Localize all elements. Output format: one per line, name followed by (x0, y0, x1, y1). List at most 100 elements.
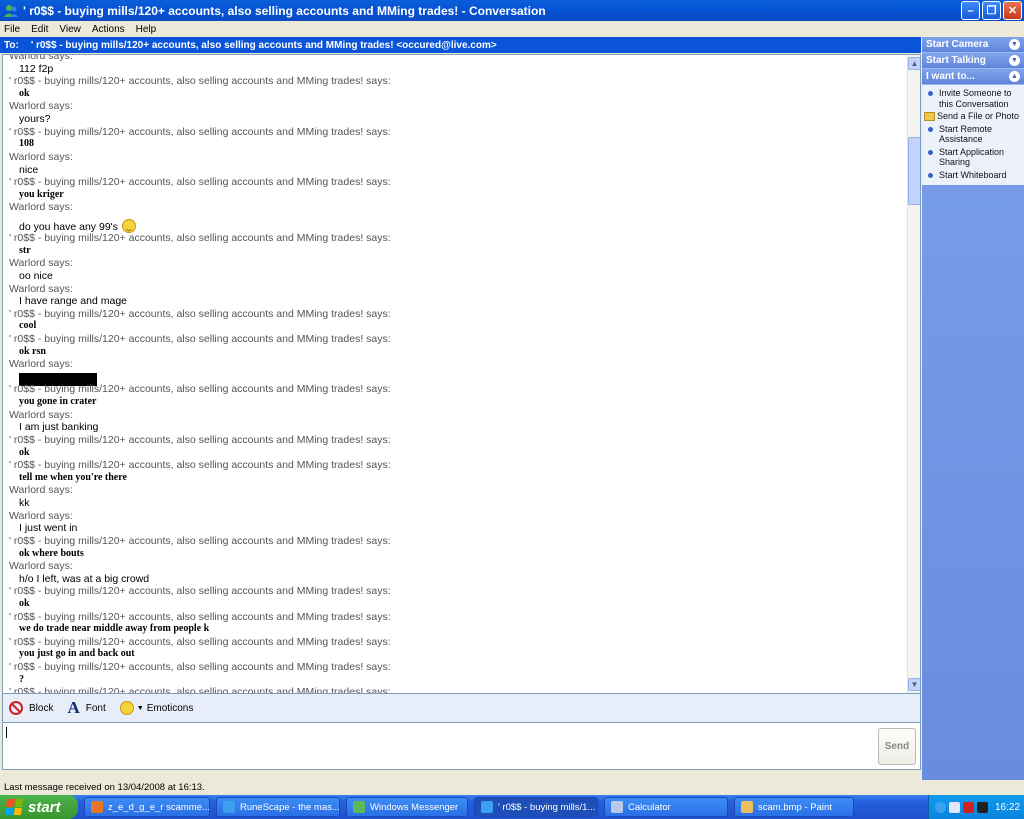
minimize-button[interactable]: – (961, 1, 980, 20)
speaker-line: Warlord says: (9, 282, 73, 295)
task-app-icon (611, 801, 623, 813)
message-body: tell me when you're there (19, 471, 127, 483)
sidebar-item-invite[interactable]: Invite Someone to this Conversation (922, 87, 1024, 110)
scroll-thumb[interactable] (908, 137, 920, 205)
taskbar-button-label: scam.bmp - Paint (758, 801, 832, 813)
speaker-line: ' r0$$ - buying mills/120+ accounts, als… (9, 125, 391, 138)
to-label: To: (4, 39, 19, 51)
sidebar-item-app-sharing[interactable]: Start Application Sharing (922, 146, 1024, 169)
menu-file[interactable]: File (4, 24, 20, 35)
block-button[interactable]: Block (9, 701, 53, 715)
message-body: you kriger (19, 188, 64, 200)
message-body: I just went in (19, 522, 78, 535)
emoticons-label: Emoticons (146, 702, 194, 714)
taskbar-button[interactable]: RuneScape - the mas... (216, 797, 340, 817)
windows-logo-icon (4, 799, 24, 815)
taskbar-button-label: Windows Messenger (370, 801, 459, 813)
volume-icon[interactable] (977, 801, 988, 813)
messenger-tray-icon[interactable] (949, 801, 960, 813)
start-button[interactable]: start (0, 795, 78, 819)
message-text: you just go in and back out (9, 648, 899, 661)
scroll-down-icon[interactable]: ▼ (908, 678, 920, 691)
speaker-line: ' r0$$ - buying mills/120+ accounts, als… (9, 332, 391, 345)
sidebar-item-label: Send a File or Photo (937, 111, 1020, 121)
message-text: kk (9, 497, 899, 510)
close-button[interactable]: ✕ (1003, 1, 1022, 20)
font-button[interactable]: A Font (67, 698, 105, 718)
start-talking-header[interactable]: Start Talking ▼ (922, 53, 1024, 69)
speaker-line: ' r0$$ - buying mills/120+ accounts, als… (9, 75, 391, 88)
chevron-down-icon[interactable]: ▼ (1009, 55, 1020, 66)
block-label: Block (29, 702, 54, 714)
speaker-line: Warlord says: (9, 201, 73, 214)
taskbar-button[interactable]: Calculator (604, 797, 728, 817)
speaker-line: Warlord says: (9, 509, 73, 522)
bullet-icon (928, 172, 933, 178)
message-text: you kriger (9, 189, 899, 202)
message-body: oo nice (19, 269, 53, 282)
message-text: I have range and mage (9, 295, 899, 308)
maximize-button[interactable]: ❐ (982, 1, 1001, 20)
message-body: ok where bouts (19, 547, 84, 559)
emoticons-button[interactable]: ▼ Emoticons (119, 701, 194, 715)
antivirus-icon[interactable] (963, 801, 974, 813)
message-text: 112 f2p (9, 63, 899, 76)
speaker-line: ' r0$$ - buying mills/120+ accounts, als… (9, 585, 391, 598)
chevron-up-icon[interactable]: ▲ (1009, 71, 1020, 82)
bullet-icon (928, 126, 933, 132)
speaker-line: Warlord says: (9, 560, 73, 573)
sidebar-item-send-file[interactable]: Send a File or Photo (922, 110, 1024, 123)
taskbar-button-label: z_e_d_g_e_r scamme... (108, 801, 210, 813)
message-body: I have range and mage (19, 295, 127, 308)
chevron-down-icon[interactable]: ▼ (1009, 39, 1020, 50)
to-bar: To: ' r0$$ - buying mills/120+ accounts,… (0, 37, 921, 53)
message-list: Warlord says: 112 f2p ' r0$$ - buying mill… (9, 55, 899, 693)
sidebar-item-label: Start Whiteboard (939, 169, 1007, 180)
message-text: 108 (9, 138, 899, 151)
text-caret (6, 727, 7, 738)
scroll-up-icon[interactable]: ▲ (908, 57, 920, 70)
send-button[interactable]: Send (878, 728, 916, 765)
message-text: I am just banking (9, 421, 899, 434)
conversation-scrollbar[interactable]: ▲ ▼ (907, 55, 920, 693)
message-body: I am just banking (19, 421, 99, 434)
message-text: ok rsn (9, 346, 899, 359)
taskbar-button[interactable]: z_e_d_g_e_r scamme... (84, 797, 210, 817)
task-app-icon (741, 801, 753, 813)
conversation-history[interactable]: Warlord says: 112 f2p ' r0$$ - buying mill… (2, 54, 921, 694)
message-text: nice (9, 164, 899, 177)
network-icon[interactable] (935, 801, 946, 813)
i-want-to-panel: Invite Someone to this Conversation Send… (922, 85, 1024, 185)
i-want-to-header[interactable]: I want to... ▲ (922, 69, 1024, 85)
taskbar-button-label: RuneScape - the mas... (240, 801, 340, 813)
smiley-emoticon-icon (121, 219, 136, 234)
taskbar-button[interactable]: scam.bmp - Paint (734, 797, 854, 817)
speaker-line: ' r0$$ - buying mills/120+ accounts, als… (9, 610, 391, 623)
message-input[interactable]: Send (2, 722, 921, 770)
sidebar-item-remote-assistance[interactable]: Start Remote Assistance (922, 123, 1024, 146)
menu-bar: File Edit View Actions Help (0, 21, 1024, 37)
bullet-icon (928, 91, 933, 96)
sidebar-item-label: Start Remote Assistance (939, 123, 993, 145)
menu-view[interactable]: View (59, 24, 81, 35)
speaker-line: Warlord says: (9, 408, 73, 421)
message-text: tell me when you're there (9, 472, 899, 485)
message-body: str (19, 244, 31, 256)
speaker-line: Warlord says: (9, 358, 73, 371)
menu-actions[interactable]: Actions (92, 24, 125, 35)
start-camera-header[interactable]: Start Camera ▼ (922, 37, 1024, 53)
menu-help[interactable]: Help (136, 24, 157, 35)
start-talking-label: Start Talking (926, 55, 986, 66)
taskbar-button[interactable]: Windows Messenger (346, 797, 468, 817)
sidebar-item-whiteboard[interactable]: Start Whiteboard (922, 169, 1024, 182)
message-body: we do trade near middle away from people… (19, 623, 210, 635)
sidebar-item-label: Start Application Sharing (939, 146, 1005, 168)
message-text: ok (9, 598, 899, 611)
font-icon: A (67, 698, 80, 717)
speaker-line: Warlord says: (9, 484, 73, 497)
message-body: 108 (19, 138, 34, 150)
message-body: nice (19, 163, 39, 176)
taskbar-button[interactable]: ' r0$$ - buying mills/1... (474, 797, 598, 817)
menu-edit[interactable]: Edit (31, 24, 48, 35)
contact-name[interactable]: ' r0$$ - buying mills/120+ accounts, als… (31, 40, 497, 51)
